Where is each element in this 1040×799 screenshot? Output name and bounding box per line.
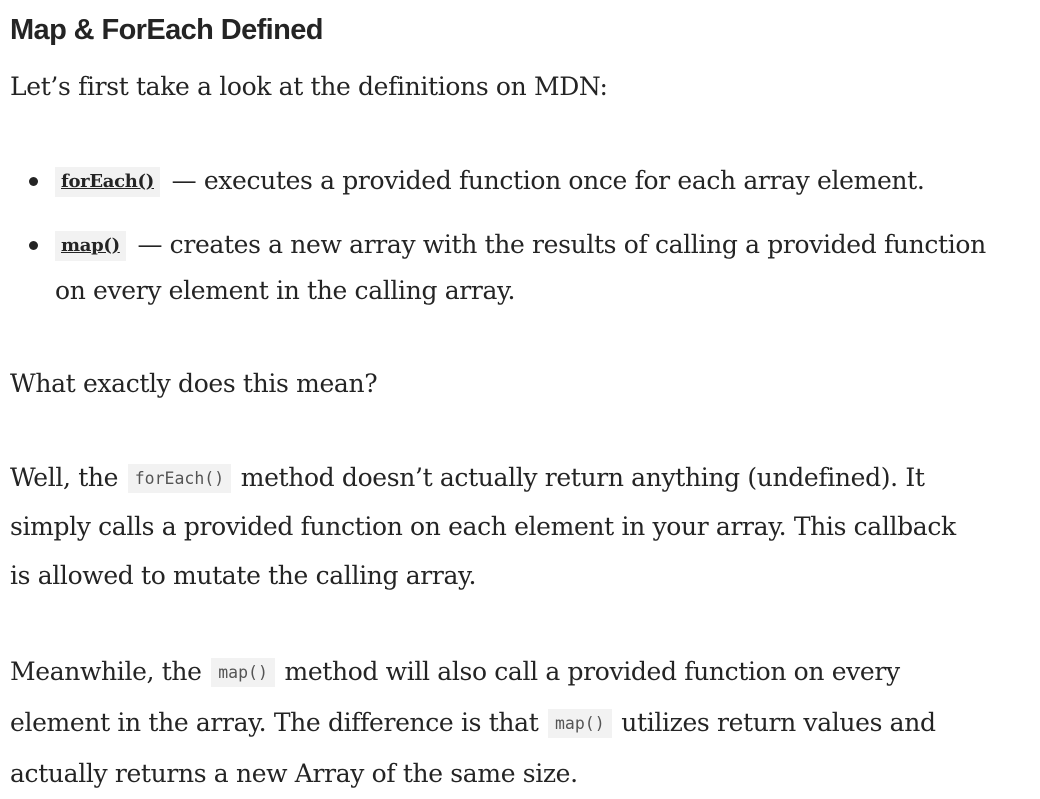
definition-text: map() — creates a new array with the res… bbox=[55, 222, 986, 314]
text-span: method will also call a provided functio… bbox=[276, 657, 900, 686]
paragraph-line: simply calls a provided function on each… bbox=[10, 512, 956, 541]
foreach-paragraph: Well, the forEach() method doesn’t actua… bbox=[10, 453, 956, 600]
bullet-icon bbox=[29, 177, 38, 186]
definition-line: map() — creates a new array with the res… bbox=[55, 222, 986, 268]
inline-code-map: map() bbox=[548, 709, 612, 738]
paragraph-line: Well, the forEach() method doesn’t actua… bbox=[10, 453, 956, 502]
section-heading: Map & ForEach Defined bbox=[10, 14, 323, 46]
definition-description: — executes a provided function once for … bbox=[164, 166, 925, 195]
text-span: element in the array. The difference is … bbox=[10, 708, 546, 737]
paragraph-line: element in the array. The difference is … bbox=[10, 697, 936, 748]
text-span: method doesn’t actually return anything … bbox=[233, 463, 925, 492]
text-span: Meanwhile, the bbox=[10, 657, 210, 686]
map-mdn-link[interactable]: map() bbox=[55, 231, 126, 261]
definition-text: forEach() — executes a provided function… bbox=[55, 158, 925, 204]
question-paragraph: What exactly does this mean? bbox=[10, 369, 378, 398]
text-span: Well, the bbox=[10, 463, 126, 492]
inline-code-map: map() bbox=[211, 658, 275, 687]
paragraph-line: actually returns a new Array of the same… bbox=[10, 759, 578, 788]
definition-description: — creates a new array with the results o… bbox=[129, 230, 986, 259]
definition-line-continued: on every element in the calling array. bbox=[55, 276, 516, 305]
foreach-mdn-link[interactable]: forEach() bbox=[55, 167, 160, 197]
inline-code-foreach: forEach() bbox=[127, 464, 232, 493]
bullet-icon bbox=[29, 241, 38, 250]
map-paragraph: Meanwhile, the map() method will also ca… bbox=[10, 646, 936, 799]
paragraph-line: Meanwhile, the map() method will also ca… bbox=[10, 646, 936, 697]
paragraph-line: is allowed to mutate the calling array. bbox=[10, 561, 477, 590]
intro-paragraph: Let’s first take a look at the definitio… bbox=[10, 72, 608, 101]
text-span: utilizes return values and bbox=[613, 708, 936, 737]
